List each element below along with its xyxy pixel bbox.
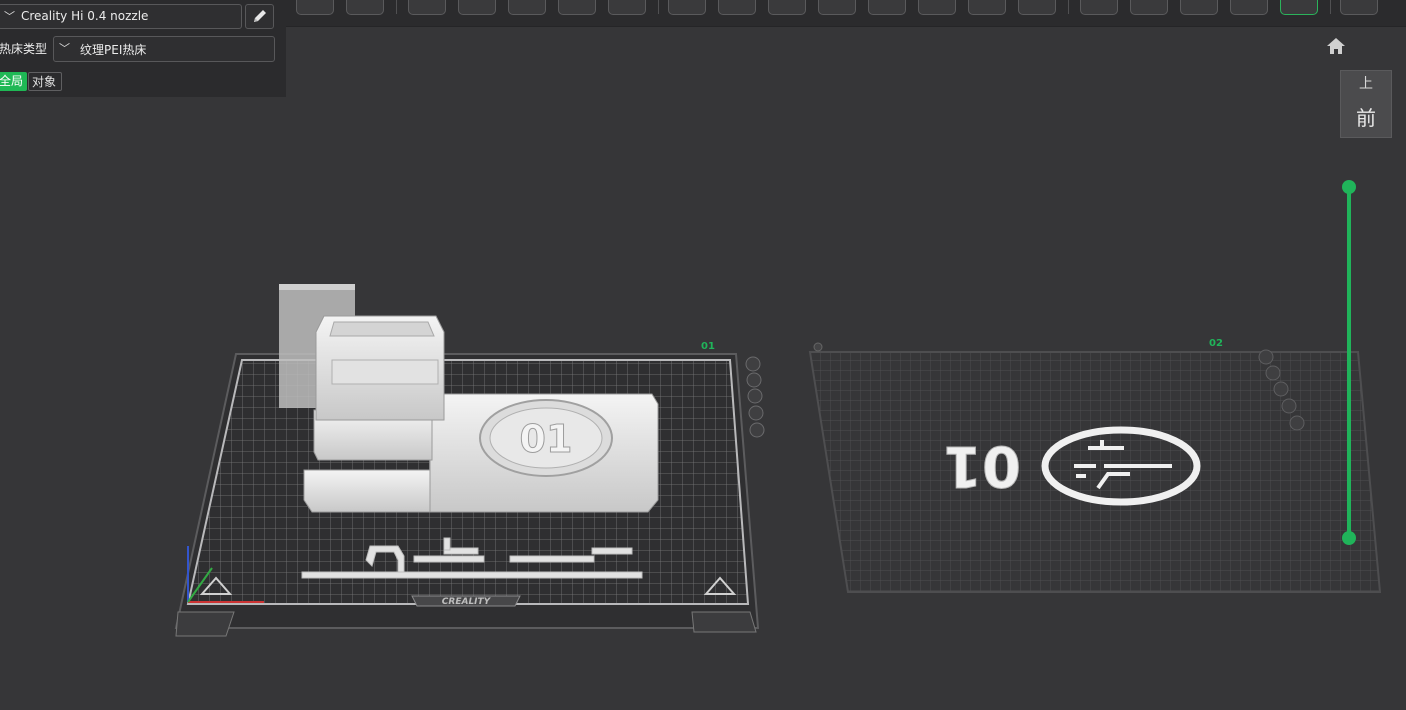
plate-1-number: 01 xyxy=(701,341,715,352)
add-plate-button[interactable] xyxy=(458,0,496,15)
split-button[interactable] xyxy=(608,0,646,15)
layer-slider-track[interactable] xyxy=(1347,187,1351,538)
settings-tool-button[interactable] xyxy=(718,0,756,15)
svg-text:01: 01 xyxy=(943,433,1021,498)
export-button[interactable] xyxy=(1340,0,1378,15)
toolbar-separator xyxy=(1330,0,1331,14)
cut-button[interactable] xyxy=(918,0,956,15)
view-3d-button[interactable] xyxy=(296,0,334,15)
layer-slider-bottom-handle[interactable] xyxy=(1342,531,1356,545)
layout-button[interactable] xyxy=(668,0,706,15)
pencil-icon xyxy=(254,10,266,22)
view-cube-front-face[interactable]: 前 xyxy=(1341,102,1391,131)
tab-object[interactable]: 对象 xyxy=(28,72,62,91)
import-button[interactable] xyxy=(408,0,446,15)
measure-button[interactable] xyxy=(1130,0,1168,15)
bed-type-label: 热床类型 xyxy=(0,42,48,56)
grid-view-button[interactable] xyxy=(346,0,384,15)
chevron-down-icon: ﹀ xyxy=(59,42,70,55)
text-tool-button[interactable] xyxy=(1280,0,1318,15)
plate-2-number: 02 xyxy=(1209,338,1223,349)
toolbar-separator xyxy=(1068,0,1069,14)
home-icon xyxy=(1327,38,1345,54)
top-toolbar xyxy=(286,0,1406,27)
view-cube[interactable]: 上 前 xyxy=(1340,70,1392,138)
plate-brand-label: CREALITY xyxy=(442,597,492,607)
bed-type-value: 纹理PEI热床 xyxy=(80,43,147,57)
auto-orient-button[interactable] xyxy=(508,0,546,15)
svg-text:01: 01 xyxy=(520,417,573,461)
toolbar-separator xyxy=(658,0,659,14)
seam-paint-button[interactable] xyxy=(1080,0,1118,15)
printer-preset-select[interactable]: ﹀ Creality Hi 0.4 nozzle xyxy=(0,4,242,29)
3d-viewport[interactable]: CREALITY 01 01 02 01 xyxy=(0,0,1406,710)
rotate-button[interactable] xyxy=(818,0,856,15)
home-view-button[interactable] xyxy=(1324,35,1348,57)
support-paint-button[interactable] xyxy=(1018,0,1056,15)
layer-button[interactable] xyxy=(1180,0,1218,15)
model-group-plate-1[interactable]: 01 xyxy=(279,284,659,513)
arrange-button[interactable] xyxy=(558,0,596,15)
chevron-down-icon: ﹀ xyxy=(4,10,15,23)
toolbar-separator xyxy=(396,0,397,14)
hollow-button[interactable] xyxy=(1230,0,1268,15)
printer-settings-panel: ﹀ Creality Hi 0.4 nozzle 热床类型 ﹀ 纹理PEI热床 … xyxy=(0,0,286,97)
lay-on-face-button[interactable] xyxy=(968,0,1006,15)
tab-global[interactable]: 全局 xyxy=(0,72,27,91)
printer-preset-value: Creality Hi 0.4 nozzle xyxy=(21,9,149,23)
view-cube-top-face[interactable]: 上 xyxy=(1341,73,1391,93)
layer-slider-top-handle[interactable] xyxy=(1342,180,1356,194)
edit-preset-button[interactable] xyxy=(245,4,274,29)
plate-1-tools[interactable] xyxy=(745,356,765,438)
scale-button[interactable] xyxy=(868,0,906,15)
bed-type-select[interactable]: ﹀ 纹理PEI热床 xyxy=(53,36,275,62)
move-button[interactable] xyxy=(768,0,806,15)
